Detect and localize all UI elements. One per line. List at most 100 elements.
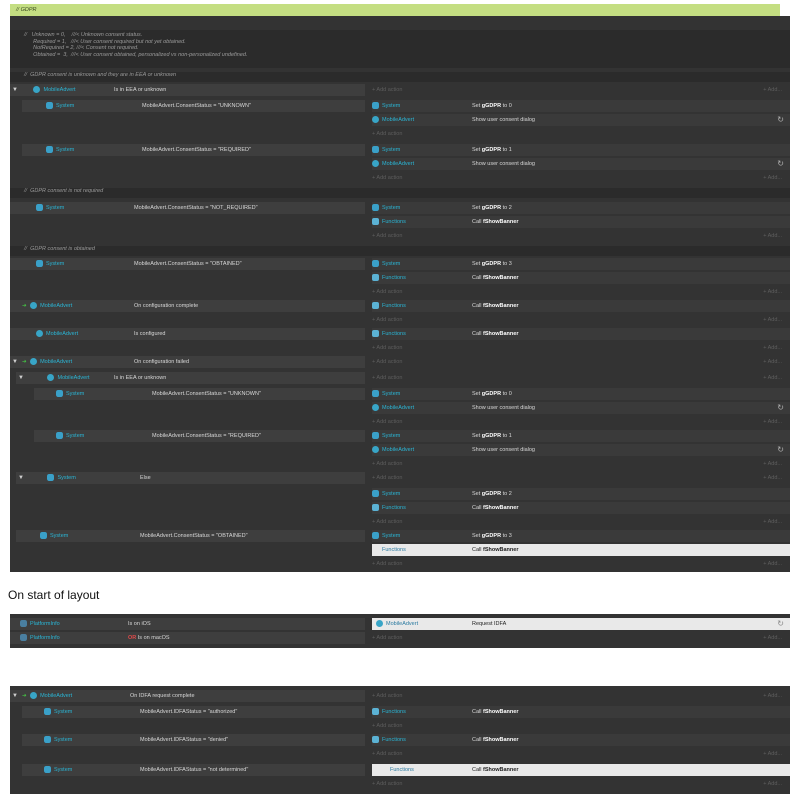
mobile-advert-icon [36,330,43,338]
action-request-idfa[interactable]: MobileAdvert Request IDFA ↻ [372,618,790,630]
functions-icon [372,302,379,310]
add-action-row[interactable]: + Add action + Add... [372,558,790,570]
condition-is-ios[interactable]: PlatformInfo Is on iOS [10,618,365,630]
event-config-failed[interactable]: ▼ ➜ MobileAdvert On configuration failed [10,356,365,368]
action-call-banner[interactable]: Functions Call fShowBanner [372,216,790,228]
system-icon [372,204,379,212]
gdpr-group-body: // Unknown = 0, ///< Unknown consent sta… [10,16,790,572]
functions-icon [372,736,379,744]
functions-icon [372,218,379,226]
add-action-row[interactable]: + Add action + Add... [372,286,790,298]
system-icon [36,260,43,268]
sub-event-required[interactable]: System MobileAdvert.ConsentStatus = "REQ… [22,144,365,156]
mobile-advert-icon [30,358,38,366]
comment-obtained[interactable]: // GDPR consent is obtained [10,246,790,256]
add-action-row[interactable]: + Add action [372,720,790,732]
add-action-row[interactable]: + Add action + Add... [372,372,790,384]
action-set-0[interactable]: System Set gGDPR to 0 [372,388,790,400]
add-action-row[interactable]: + Add action [372,128,790,140]
action-call-banner[interactable]: Functions Call fShowBanner [372,502,790,514]
add-action-row[interactable]: + Add action + Add... [372,356,790,368]
event-is-configured[interactable]: MobileAdvert Is configured [10,328,365,340]
action-show-dialog[interactable]: MobileAdvert Show user consent dialog ↻ [372,114,790,126]
functions-icon [372,274,379,282]
async-icon: ↻ [777,115,784,124]
add-action-row[interactable]: + Add action + Add... [372,172,790,184]
mobile-advert-icon [30,692,38,700]
comment-not-required[interactable]: // GDPR consent is not required [10,188,790,198]
mobile-advert-icon [33,86,41,94]
mobile-advert-icon [372,404,379,412]
sub-event-obtained-2[interactable]: System MobileAdvert.ConsentStatus = "OBT… [16,530,365,542]
action-set-1[interactable]: System Set gGDPR to 1 [372,144,790,156]
add-action-row[interactable]: + Add action + Add... [372,342,790,354]
add-action-row[interactable]: + Add action + Add... [372,516,790,528]
action-call-banner[interactable]: Functions Call fShowBanner [372,272,790,284]
add-action-row[interactable]: + Add action + Add... [372,458,790,470]
action-set-3[interactable]: System Set gGDPR to 3 [372,530,790,542]
comment-consent-status[interactable]: // Unknown = 0, ///< Unknown consent sta… [10,30,790,68]
functions-icon [372,504,379,512]
system-icon [372,102,379,110]
system-icon [36,204,43,212]
functions-icon [372,708,379,716]
add-action-row[interactable]: + Add action + Add... [372,748,790,760]
mobile-advert-icon [47,374,55,382]
add-action-row[interactable]: + Add action + Add... [372,230,790,242]
action-show-dialog[interactable]: MobileAdvert Show user consent dialog ↻ [372,402,790,414]
add-action-row[interactable]: + Add action + Add... [372,314,790,326]
event-config-complete[interactable]: ➜ MobileAdvert On configuration complete [10,300,365,312]
sub-event-required-2[interactable]: System MobileAdvert.ConsentStatus = "REQ… [34,430,365,442]
system-icon [44,766,51,774]
sub-event-unknown[interactable]: System MobileAdvert.ConsentStatus = "UNK… [22,100,365,112]
action-set-0[interactable]: System Set gGDPR to 0 [372,100,790,112]
event-not-required[interactable]: System MobileAdvert.ConsentStatus = "NOT… [10,202,365,214]
add-action-row[interactable]: + Add action + Add... [372,632,790,644]
action-call-banner-selected[interactable]: Functions Call fShowBanner [372,764,790,776]
system-icon [44,736,51,744]
add-action-row[interactable]: + Add action + Add... [372,416,790,428]
sub-event-authorized[interactable]: System MobileAdvert.IDFAStatus = "author… [22,706,365,718]
action-call-banner[interactable]: Functions Call fShowBanner [372,706,790,718]
sub-event-else[interactable]: ▼ System Else [16,472,365,484]
event-idfa-complete[interactable]: ▼ ➜ MobileAdvert On IDFA request complete [10,690,365,702]
add-action-row[interactable]: + Add action + Add... [372,778,790,790]
system-icon [372,490,379,498]
system-icon [372,532,379,540]
add-action-row[interactable]: + Add action + Add... [372,84,790,96]
system-icon [46,146,53,154]
system-icon [56,390,63,398]
event-is-eea[interactable]: ▼ MobileAdvert Is in EEA or unknown [10,84,365,96]
add-action-row[interactable]: + Add action + Add... [372,690,790,702]
sub-event-denied[interactable]: System MobileAdvert.IDFAStatus = "denied… [22,734,365,746]
gdpr-group-header[interactable]: // GDPR [10,4,780,16]
async-icon: ↻ [777,445,784,454]
action-call-banner-selected[interactable]: Functions Call fShowBanner [372,544,790,556]
sub-event-not-determined[interactable]: System MobileAdvert.IDFAStatus = "not de… [22,764,365,776]
action-call-banner[interactable]: Functions Call fShowBanner [372,734,790,746]
action-set-2[interactable]: System Set gGDPR to 2 [372,488,790,500]
action-set-1[interactable]: System Set gGDPR to 1 [372,430,790,442]
sub-event-unknown-2[interactable]: System MobileAdvert.ConsentStatus = "UNK… [34,388,365,400]
action-set-2[interactable]: System Set gGDPR to 2 [372,202,790,214]
start-of-layout-block: PlatformInfo Is on iOS PlatformInfo OR I… [10,614,790,648]
action-show-dialog[interactable]: MobileAdvert Show user consent dialog ↻ [372,158,790,170]
system-icon [44,708,51,716]
system-icon [56,432,63,440]
condition-is-macos[interactable]: PlatformInfo OR Is on macOS [10,632,365,644]
system-icon [372,390,379,398]
async-icon: ↻ [777,403,784,412]
event-obtained[interactable]: System MobileAdvert.ConsentStatus = "OBT… [10,258,365,270]
add-action-row[interactable]: + Add action + Add... [372,472,790,484]
action-show-dialog[interactable]: MobileAdvert Show user consent dialog ↻ [372,444,790,456]
idfa-block: ▼ ➜ MobileAdvert On IDFA request complete… [10,686,790,794]
action-set-3[interactable]: System Set gGDPR to 3 [372,258,790,270]
mobile-advert-icon [372,446,379,454]
action-call-banner[interactable]: Functions Call fShowBanner [372,300,790,312]
sub-event-is-eea[interactable]: ▼ MobileAdvert Is in EEA or unknown [16,372,365,384]
mobile-advert-icon [30,302,38,310]
platform-icon [20,620,27,628]
comment-eea[interactable]: // GDPR consent is unknown and they are … [10,72,790,82]
system-icon [47,474,55,482]
action-call-banner[interactable]: Functions Call fShowBanner [372,328,790,340]
